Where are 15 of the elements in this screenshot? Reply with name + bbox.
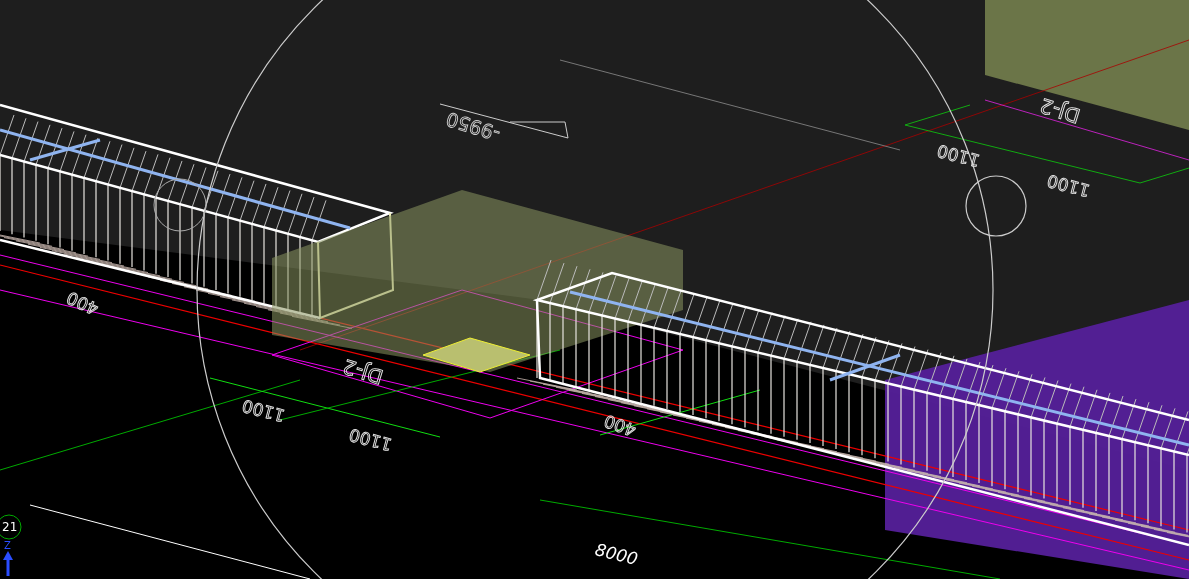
axis-label: Z — [4, 540, 11, 551]
elevation-label: -9950 — [443, 108, 503, 146]
tag-label: DJ-2 — [1037, 93, 1083, 129]
dimension-label: 400 — [601, 410, 639, 441]
dimension-label: 8000 — [593, 539, 640, 570]
view-label: 21 — [2, 520, 18, 534]
dimension-label: 1100 — [239, 395, 287, 427]
dimension-label: 1100 — [934, 140, 982, 172]
dimension-label: 1100 — [346, 424, 394, 456]
elevation-marker-icon — [439, 103, 569, 139]
view-cube-icon[interactable] — [0, 514, 22, 540]
axis-arrow-icon — [3, 551, 13, 576]
tag-label: DJ-2 — [340, 354, 386, 390]
dimension-label: 1100 — [1044, 170, 1092, 202]
dimension-label: 400 — [63, 287, 102, 320]
